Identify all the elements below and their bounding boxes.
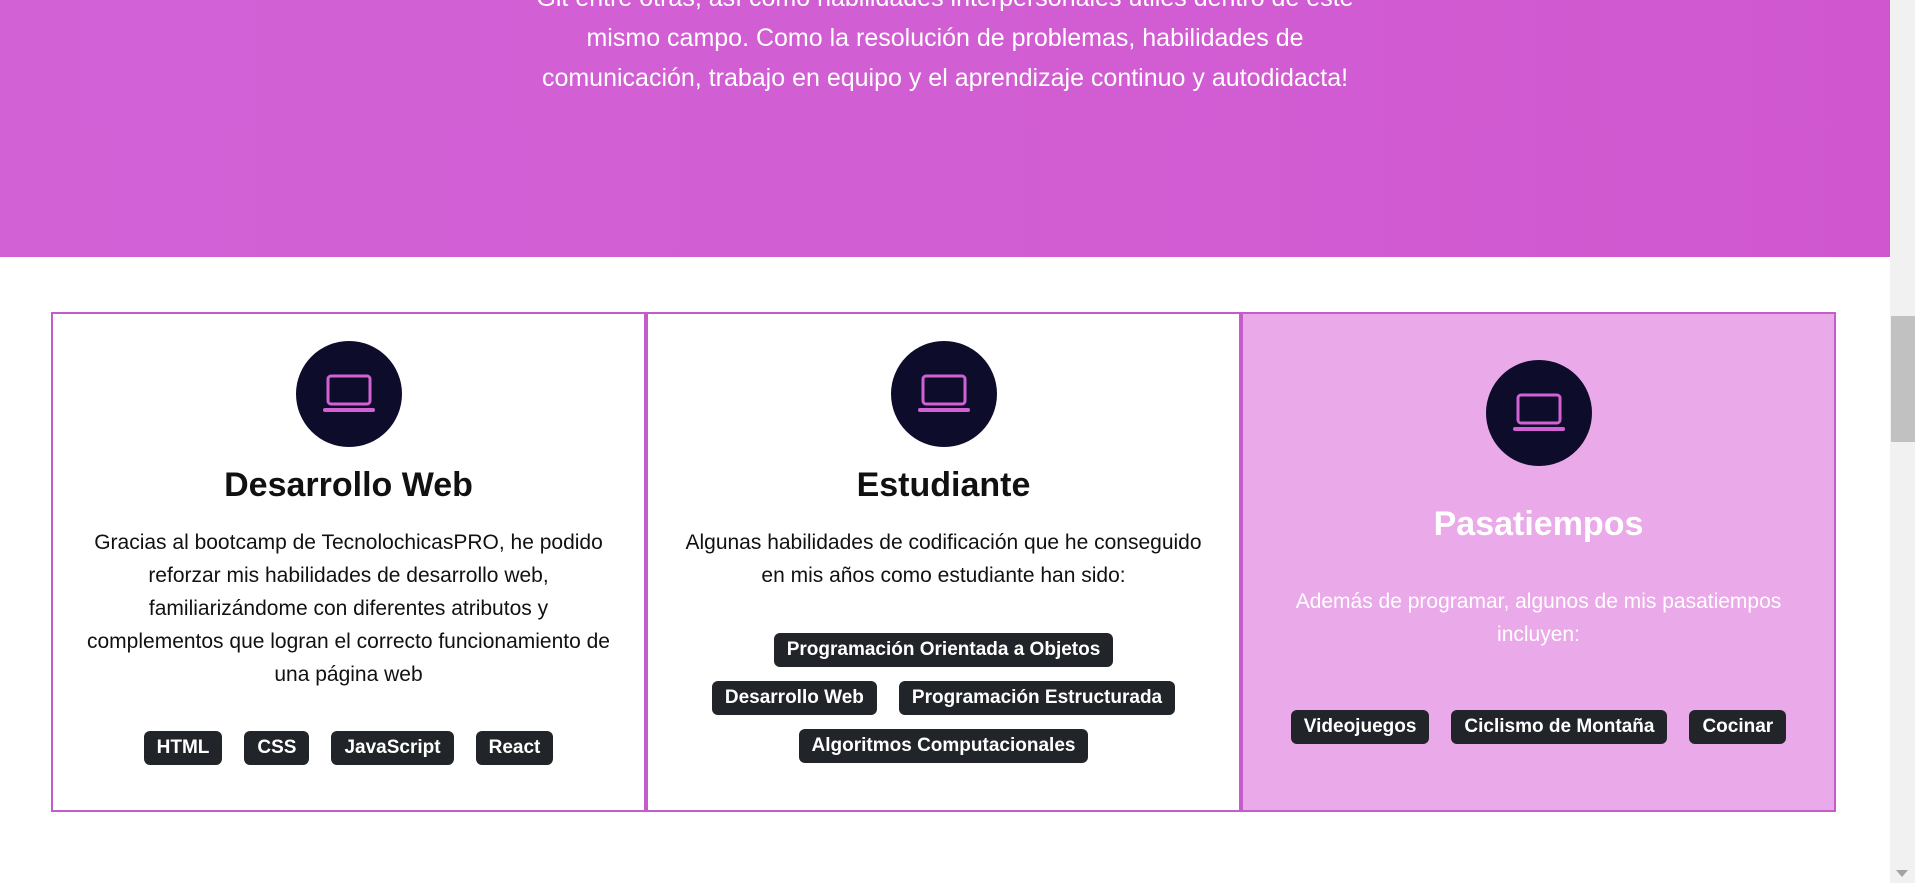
skill-tag-programacion-estructurada: Programación Estructurada xyxy=(898,681,1176,715)
skill-tag-react: React xyxy=(475,731,554,765)
scrollbar-thumb[interactable] xyxy=(1891,316,1915,442)
tag-list: Programación Orientada a Objetos Desarro… xyxy=(688,633,1199,763)
card-title: Pasatiempos xyxy=(1433,505,1644,543)
hobby-tag-cocinar: Cocinar xyxy=(1689,710,1787,744)
laptop-icon xyxy=(322,374,375,412)
hero-description: Git entre otras, así como habilidades in… xyxy=(536,0,1353,92)
card-description: Algunas habilidades de codificación que … xyxy=(685,531,1202,587)
tag-list: HTML CSS JavaScript React xyxy=(73,731,624,765)
laptop-icon-circle xyxy=(890,341,997,447)
laptop-icon-circle xyxy=(295,341,402,447)
skill-tag-algoritmos: Algoritmos Computacionales xyxy=(798,729,1089,763)
about-hero-section: Git entre otras, así como habilidades in… xyxy=(0,0,1890,257)
hobby-tag-ciclismo: Ciclismo de Montaña xyxy=(1451,710,1668,744)
skill-tag-html: HTML xyxy=(143,731,223,765)
skill-tag-desarrollo-web: Desarrollo Web xyxy=(711,681,877,715)
laptop-icon xyxy=(1512,393,1565,431)
hobby-tag-videojuegos: Videojuegos xyxy=(1290,710,1430,744)
card-desarrollo-web: Desarrollo Web Gracias al bootcamp de Te… xyxy=(51,312,646,812)
card-description: Además de programar, algunos de mis pasa… xyxy=(1295,590,1782,646)
laptop-icon xyxy=(917,374,970,412)
skills-cards: Desarrollo Web Gracias al bootcamp de Te… xyxy=(51,312,1836,812)
card-title: Estudiante xyxy=(856,466,1031,504)
scroll-down-arrow-icon[interactable] xyxy=(1896,870,1908,877)
skill-tag-javascript: JavaScript xyxy=(331,731,454,765)
laptop-icon-circle xyxy=(1485,360,1592,466)
skill-tag-css: CSS xyxy=(244,731,310,765)
card-description: Gracias al bootcamp de TecnolochicasPRO,… xyxy=(87,531,610,686)
tag-list: Videojuegos Ciclismo de Montaña Cocinar xyxy=(1263,710,1814,744)
card-estudiante: Estudiante Algunas habilidades de codifi… xyxy=(646,312,1241,812)
card-title: Desarrollo Web xyxy=(224,466,473,504)
skill-tag-poo: Programación Orientada a Objetos xyxy=(773,633,1114,667)
card-pasatiempos: Pasatiempos Además de programar, algunos… xyxy=(1241,312,1836,812)
